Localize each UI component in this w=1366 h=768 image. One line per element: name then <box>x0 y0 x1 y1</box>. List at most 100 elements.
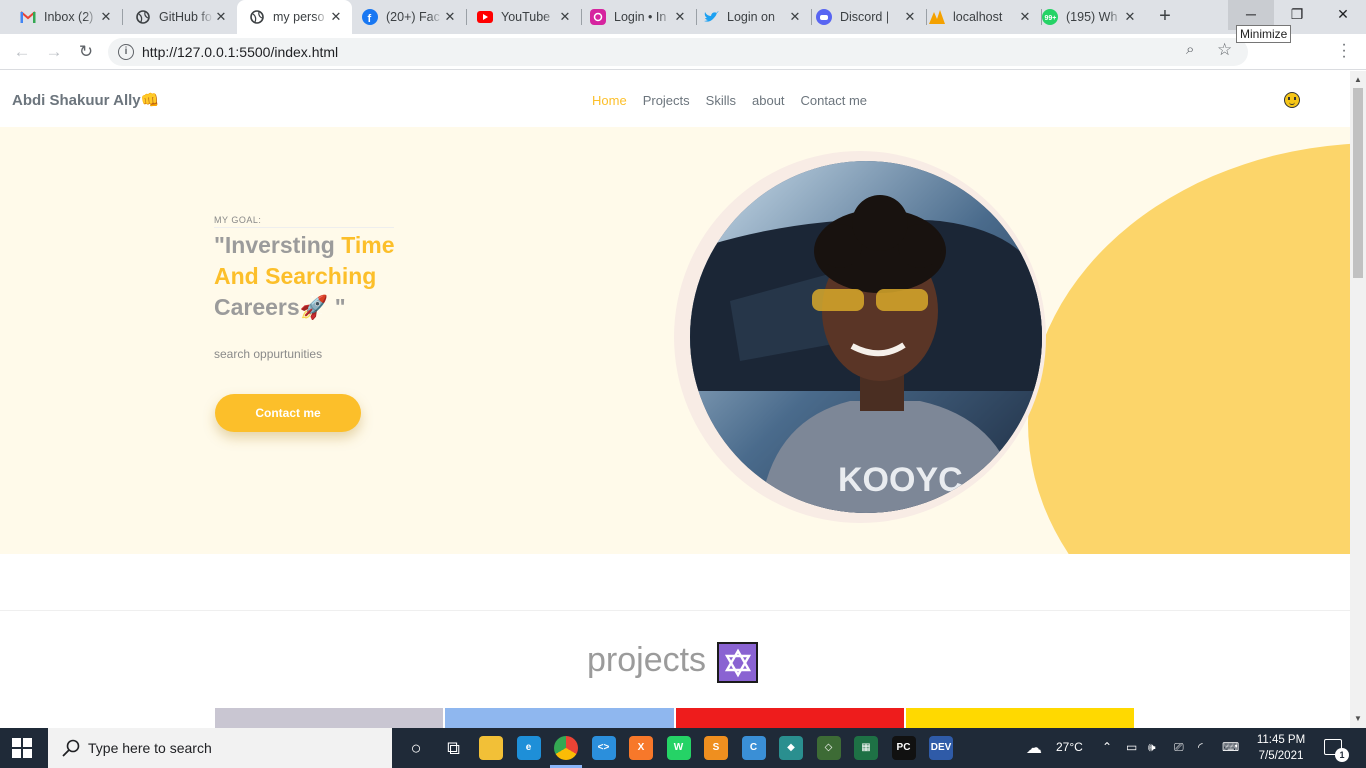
scroll-thumb[interactable] <box>1353 88 1363 278</box>
devcpp-icon[interactable]: DEV <box>929 736 953 760</box>
reload-icon: ↻ <box>78 42 94 61</box>
tab-title: Inbox (2) <box>44 10 94 24</box>
chevron-up-icon[interactable]: ⌃ <box>1102 740 1112 754</box>
back-button[interactable]: ← <box>10 40 34 64</box>
shield-extension-icon[interactable]: ✓ <box>1305 43 1321 61</box>
battery-icon[interactable]: ▭ <box>1126 740 1137 754</box>
adblock-extension-icon[interactable]: AB <box>1259 43 1275 61</box>
chrome-icon[interactable] <box>554 736 578 760</box>
tab-twitter[interactable]: Login on ✕ <box>697 0 811 34</box>
weather-temperature[interactable]: 27°C <box>1056 740 1083 754</box>
taskbar-search-box[interactable]: Type here to search <box>48 728 392 768</box>
reload-button[interactable]: ↻ <box>74 40 98 64</box>
browser-menu-icon[interactable]: · · · <box>1336 37 1352 65</box>
scroll-up-icon[interactable]: ▲ <box>1350 75 1366 84</box>
tab-instagram[interactable]: Login • In ✕ <box>582 0 696 34</box>
new-tab-button[interactable]: + <box>1152 4 1178 30</box>
keyboard-icon[interactable]: ⌨ <box>1222 740 1239 754</box>
pycharm-icon[interactable]: PC <box>891 736 916 760</box>
close-icon[interactable]: ✕ <box>213 9 229 25</box>
app-icon-2[interactable]: ◇ <box>816 736 841 760</box>
site-brand[interactable]: Abdi Shakuur Ally👊 <box>12 91 159 109</box>
volume-icon[interactable]: 🕪 <box>1148 740 1156 755</box>
browser-tab-strip: Inbox (2) ✕ GitHub fo ✕ my perso ✕ f (20… <box>0 0 1366 43</box>
clock-time: 11:45 PM <box>1256 734 1306 746</box>
facebook-icon: f <box>362 9 378 25</box>
tab-title: GitHub fo <box>159 10 212 24</box>
ccleaner-icon[interactable]: C <box>741 736 766 760</box>
tab-title: YouTube <box>501 10 551 24</box>
close-icon[interactable]: ✕ <box>672 9 688 25</box>
project-card[interactable] <box>676 708 904 728</box>
close-icon[interactable]: ✕ <box>442 9 458 25</box>
projects-heading: projects <box>587 641 707 679</box>
nav-link-about[interactable]: about <box>752 93 785 108</box>
url-text[interactable]: http://127.0.0.1:5500/index.html <box>142 44 338 60</box>
taskbar-clock[interactable]: 11:45 PM 7/5/2021 <box>1252 732 1310 764</box>
page-viewport: Abdi Shakuur Ally👊 Home Projects Skills … <box>0 71 1350 728</box>
decorative-blob <box>1028 143 1350 554</box>
tab-youtube[interactable]: YouTube ✕ <box>467 0 581 34</box>
tab-title: Discord | <box>840 10 890 24</box>
close-icon[interactable]: ✕ <box>1017 9 1033 25</box>
whatsapp-icon[interactable]: W <box>666 736 691 760</box>
star-of-david-icon <box>717 642 758 683</box>
youtube-icon <box>477 9 493 25</box>
hero-section: MY GOAL: "Inversting Time And Searching Ca… <box>0 127 1350 554</box>
nav-link-home[interactable]: Home <box>592 93 627 108</box>
nav-link-contact[interactable]: Contact me <box>801 93 867 108</box>
close-window-button[interactable]: ✕ <box>1320 0 1366 30</box>
contact-me-button[interactable]: Contact me <box>215 394 361 432</box>
arrow-right-icon: → <box>45 42 63 61</box>
close-icon[interactable]: ✕ <box>98 9 114 25</box>
close-icon: ✕ <box>1337 6 1349 22</box>
vscode-icon[interactable]: <> <box>591 736 616 760</box>
tab-facebook[interactable]: f (20+) Fac ✕ <box>352 0 466 34</box>
notification-center-icon[interactable]: 1 <box>1324 739 1349 762</box>
close-icon[interactable]: ✕ <box>1122 9 1138 25</box>
sublime-icon[interactable]: S <box>704 736 728 760</box>
discord-icon <box>816 9 832 25</box>
cortana-icon[interactable]: ○ <box>404 736 428 760</box>
headline-highlight: And Searching <box>214 263 377 289</box>
task-view-icon[interactable]: ⧉ <box>442 736 466 760</box>
bookmark-star-icon[interactable]: ☆ <box>1217 40 1232 60</box>
close-icon[interactable]: ✕ <box>557 9 573 25</box>
tab-whatsapp[interactable]: 99+ (195) Wh ✕ <box>1042 0 1146 34</box>
close-icon[interactable]: ✕ <box>902 9 918 25</box>
search-icon[interactable]: ⌕ <box>1186 41 1194 58</box>
smiley-icon[interactable] <box>1284 92 1300 108</box>
search-icon <box>62 739 80 757</box>
nav-link-skills[interactable]: Skills <box>706 93 736 108</box>
forward-button[interactable]: → <box>42 40 66 64</box>
app-icon[interactable]: ◆ <box>779 736 803 760</box>
tab-gmail[interactable]: Inbox (2) ✕ <box>0 0 122 34</box>
close-icon[interactable]: ✕ <box>787 9 803 25</box>
edge-icon[interactable]: e <box>516 736 541 760</box>
file-explorer-icon[interactable] <box>479 736 503 760</box>
weather-cloud-icon[interactable]: ☁ <box>1026 738 1042 758</box>
minimize-icon: ─ <box>1246 6 1256 22</box>
hero-label: MY GOAL: <box>214 215 394 228</box>
tab-localhost[interactable]: localhost ✕ <box>927 0 1041 34</box>
close-icon[interactable]: ✕ <box>328 9 344 25</box>
tab-title: Login • In <box>614 10 667 24</box>
tab-discord[interactable]: Discord | ✕ <box>812 0 926 34</box>
windows-start-icon[interactable] <box>12 738 32 758</box>
meet-now-icon[interactable]: ⎚ <box>1174 740 1184 755</box>
windows-taskbar: Type here to search ○ ⧉ e <> X W S C ◆ ◇ ▦ PC DEV ☁ … <box>0 728 1366 768</box>
nav-link-projects[interactable]: Projects <box>643 93 690 108</box>
project-card[interactable] <box>445 708 674 728</box>
project-card[interactable] <box>906 708 1134 728</box>
project-card[interactable] <box>215 708 443 728</box>
info-icon[interactable]: i <box>118 44 134 60</box>
excel-icon[interactable]: ▦ <box>854 736 878 760</box>
twitter-icon <box>703 9 719 25</box>
wifi-icon[interactable]: ◜ <box>1198 740 1203 754</box>
tab-github[interactable]: GitHub fo ✕ <box>123 0 237 34</box>
page-scrollbar[interactable]: ▲ ▼ <box>1350 71 1366 728</box>
xampp-icon[interactable]: X <box>629 736 653 760</box>
tab-my-portfolio[interactable]: my perso ✕ <box>237 0 352 34</box>
address-bar[interactable]: i http://127.0.0.1:5500/index.html ⌕ ☆ <box>108 38 1248 66</box>
scroll-down-icon[interactable]: ▼ <box>1350 714 1366 723</box>
